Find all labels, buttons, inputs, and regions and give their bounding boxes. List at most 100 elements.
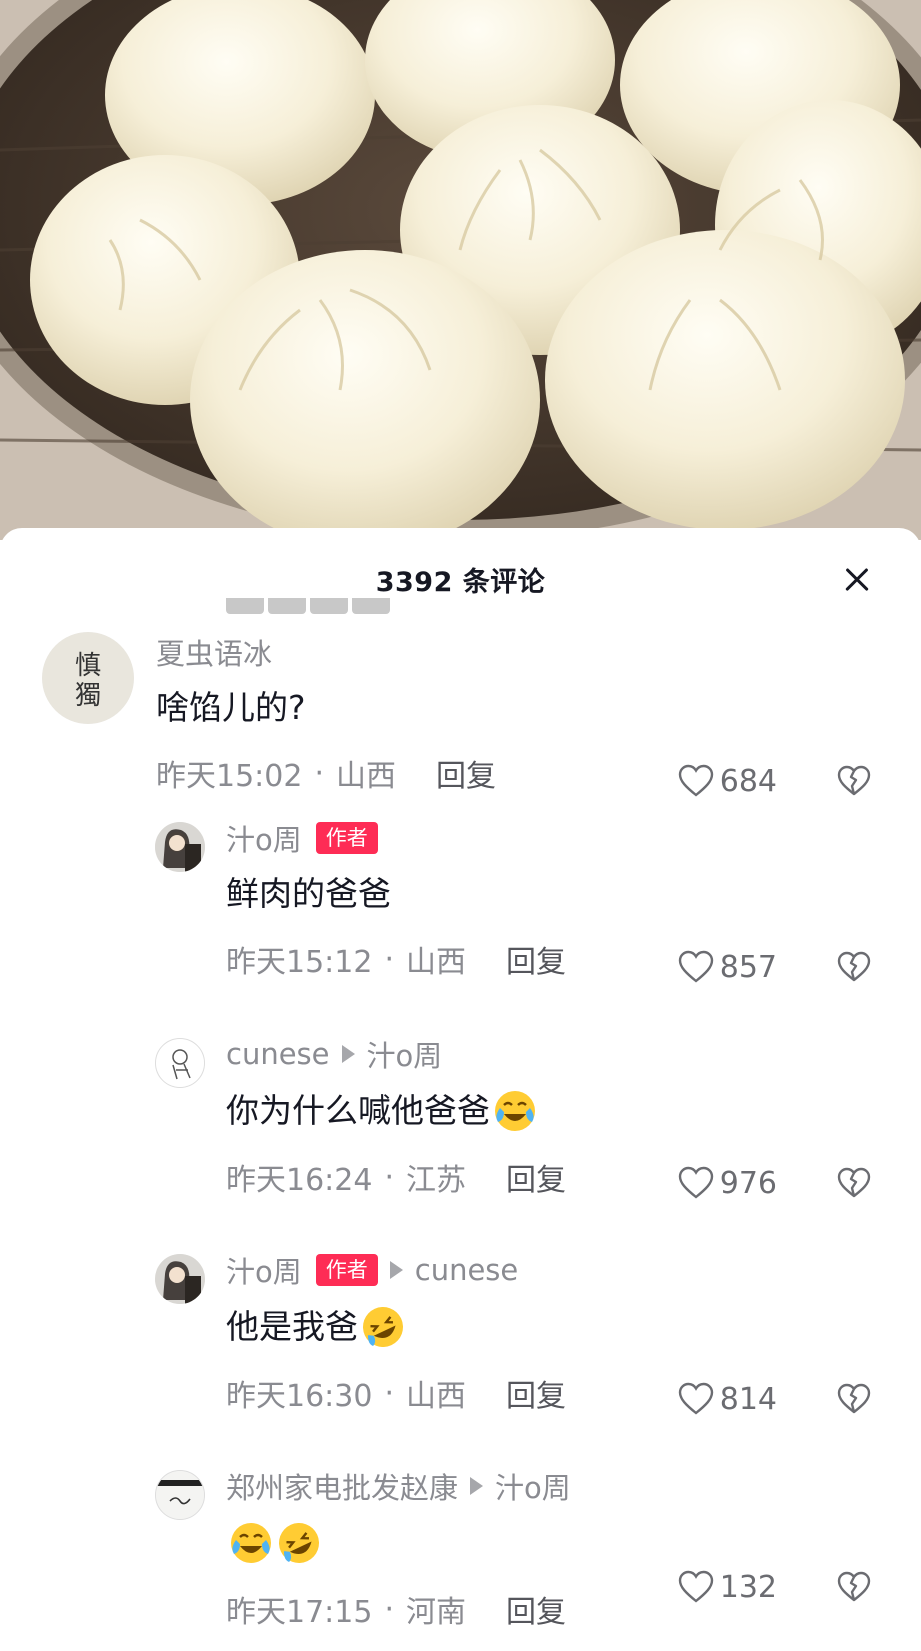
username-line: 郑州家电批发赵康 汁o周: [226, 1466, 921, 1506]
avatar[interactable]: [155, 1038, 205, 1088]
reply-item[interactable]: 郑州家电批发赵康 汁o周 昨天17:15 · 河南 回复 132: [0, 1466, 921, 1651]
reply-item[interactable]: cunese 汁o周 你为什么喊他爸爸 昨天16:24 · 江苏 回复 976: [0, 1034, 921, 1204]
reply-to-username[interactable]: 汁o周: [495, 1465, 571, 1507]
like-count: 814: [719, 1381, 777, 1417]
timestamp: 昨天15:12: [226, 945, 373, 980]
reply-item[interactable]: 汁o周 作者 cunese 他是我爸 昨天16:30 · 山西 回复 814: [0, 1250, 921, 1420]
like-button[interactable]: 132: [678, 1566, 777, 1608]
username-line: cunese 汁o周: [226, 1034, 921, 1074]
comment-meta: 昨天15:12 · 山西 回复: [226, 937, 921, 981]
rolling-laughing-emoji-icon: [363, 1307, 403, 1347]
svg-text:獨: 獨: [75, 681, 101, 711]
broken-heart-icon[interactable]: [833, 946, 875, 988]
comments-header: 3392 条评论: [0, 528, 921, 632]
reply-to-username[interactable]: cunese: [415, 1253, 519, 1287]
steamed-buns-image: [0, 0, 921, 540]
comment-text: 你为什么喊他爸爸: [226, 1088, 921, 1134]
comment-body: 郑州家电批发赵康 汁o周 昨天17:15 · 河南 回复 132: [226, 1466, 921, 1651]
comment-text: 他是我爸: [226, 1304, 921, 1350]
comment-text: 啥馅儿的?: [156, 688, 306, 727]
heart-outline-icon: [678, 1382, 713, 1415]
username[interactable]: 汁o周: [226, 817, 302, 859]
username[interactable]: 郑州家电批发赵康: [226, 1465, 458, 1507]
reply-arrow-icon: [389, 1261, 403, 1279]
like-button[interactable]: 684: [678, 760, 777, 802]
clipped-previous-comment: [226, 598, 436, 618]
comment-meta: 昨天16:30 · 山西 回复: [226, 1371, 921, 1415]
location: 山西: [336, 759, 397, 794]
reply-button[interactable]: 回复: [506, 937, 566, 981]
username[interactable]: cunese: [226, 1037, 330, 1071]
comment-text: [226, 1520, 921, 1566]
reply-button[interactable]: 回复: [506, 1155, 566, 1199]
reply-button[interactable]: 回复: [506, 1371, 566, 1415]
broken-heart-icon[interactable]: [833, 760, 875, 802]
like-count: 857: [719, 949, 777, 985]
comment-body: 夏虫语冰 啥馅儿的? 昨天15:02 · 山西 回复 684: [156, 632, 921, 802]
timestamp: 昨天17:15: [226, 1595, 373, 1630]
comment-meta: 昨天17:15 · 河南 回复: [226, 1587, 921, 1631]
portrait-avatar-icon: [155, 1254, 205, 1304]
comment-count-title: 3392 条评论: [375, 567, 546, 598]
reply-arrow-icon: [341, 1045, 355, 1063]
author-badge: 作者: [315, 1254, 378, 1286]
reply-arrow-icon: [470, 1477, 484, 1495]
video-cover-photo[interactable]: [0, 0, 921, 540]
heart-outline-icon: [678, 1166, 713, 1199]
location: 山西: [406, 945, 467, 980]
location: 山西: [406, 1379, 467, 1414]
heart-outline-icon: [678, 764, 713, 797]
timestamp: 昨天15:02: [156, 759, 303, 794]
calligraphy-avatar-icon: 慎 獨: [42, 632, 134, 724]
reply-to-username[interactable]: 汁o周: [367, 1033, 443, 1075]
comment-item[interactable]: 慎 獨 夏虫语冰 啥馅儿的? 昨天15:02 · 山西 回复 684: [0, 632, 921, 802]
broken-heart-icon[interactable]: [833, 1162, 875, 1204]
svg-text:慎: 慎: [75, 651, 101, 681]
rolling-laughing-emoji-icon: [279, 1523, 319, 1563]
crying-laughing-emoji-icon: [231, 1523, 271, 1563]
comments-sheet: 3392 条评论 慎 獨 夏虫语冰 啥馅儿的? 昨天15:02 · 山西 回复 …: [0, 528, 921, 1651]
sketch-avatar-icon: [156, 1039, 204, 1087]
avatar[interactable]: 慎 獨: [42, 632, 134, 724]
avatar[interactable]: [155, 1470, 205, 1520]
comment-meta: 昨天16:24 · 江苏 回复: [226, 1155, 921, 1199]
portrait-avatar-icon: [155, 822, 205, 872]
like-count: 132: [719, 1569, 777, 1605]
comment-meta: 昨天15:02 · 山西 回复: [156, 751, 921, 795]
reply-button[interactable]: 回复: [436, 751, 496, 795]
like-button[interactable]: 976: [678, 1162, 777, 1204]
comment-text: 鲜肉的爸爸: [226, 874, 391, 913]
comment-body: cunese 汁o周 你为什么喊他爸爸 昨天16:24 · 江苏 回复 976: [226, 1034, 921, 1204]
broken-heart-icon[interactable]: [833, 1566, 875, 1608]
meta-separator: ·: [384, 1591, 395, 1627]
close-icon[interactable]: [837, 560, 877, 600]
like-count: 684: [719, 763, 777, 799]
comment-body: 汁o周 作者 鲜肉的爸爸 昨天15:12 · 山西 回复 857: [226, 818, 921, 988]
location: 江苏: [406, 1163, 467, 1198]
timestamp: 昨天16:30: [226, 1379, 373, 1414]
reply-button[interactable]: 回复: [506, 1587, 566, 1631]
meta-separator: ·: [314, 755, 325, 791]
heart-outline-icon: [678, 950, 713, 983]
timestamp: 昨天16:24: [226, 1163, 373, 1198]
avatar[interactable]: [155, 822, 205, 872]
meta-separator: ·: [384, 1375, 395, 1411]
ink-sketch-avatar-icon: [156, 1471, 204, 1519]
broken-heart-icon[interactable]: [833, 1378, 875, 1420]
username[interactable]: 汁o周: [226, 1249, 302, 1291]
avatar[interactable]: [155, 1254, 205, 1304]
username[interactable]: 夏虫语冰: [156, 631, 272, 673]
crying-laughing-emoji-icon: [495, 1091, 535, 1131]
location: 河南: [406, 1595, 467, 1630]
like-button[interactable]: 814: [678, 1378, 777, 1420]
heart-outline-icon: [678, 1570, 713, 1603]
username-line: 汁o周 作者 cunese: [226, 1250, 921, 1290]
like-count: 976: [719, 1165, 777, 1201]
username-line: 汁o周 作者: [226, 818, 921, 858]
meta-separator: ·: [384, 941, 395, 977]
username-line: 夏虫语冰: [156, 632, 921, 672]
reply-item[interactable]: 汁o周 作者 鲜肉的爸爸 昨天15:12 · 山西 回复 857: [0, 818, 921, 988]
meta-separator: ·: [384, 1159, 395, 1195]
like-button[interactable]: 857: [678, 946, 777, 988]
author-badge: 作者: [315, 822, 378, 854]
